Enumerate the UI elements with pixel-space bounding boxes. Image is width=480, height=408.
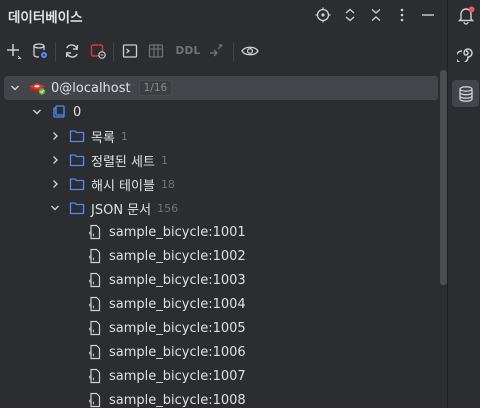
database-tool-icon[interactable] [452, 80, 479, 107]
database-tool-window: 데이터베이스 DDL 0@localhost 1/16 0 목록 1 정렬된 세… [0, 0, 447, 408]
console-icon [122, 44, 138, 58]
chevron-down-icon[interactable] [8, 81, 22, 95]
database-tree: 0@localhost 1/16 0 목록 1 정렬된 세트 1 해시 테이블 … [0, 74, 447, 408]
key-name: sample_bicycle:1004 [109, 296, 246, 312]
group-label: 해시 테이블 [91, 178, 155, 194]
key-name: sample_bicycle:1006 [109, 344, 246, 360]
refresh-icon [65, 44, 79, 58]
json-document-icon [86, 392, 104, 408]
key-name: sample_bicycle:1008 [109, 392, 246, 408]
locate-icon[interactable] [314, 6, 332, 24]
table-icon [148, 44, 164, 58]
database-toolbar: DDL [0, 38, 447, 66]
more-options-icon[interactable] [393, 6, 411, 24]
collapse-all-icon[interactable] [367, 6, 385, 24]
jump-to-icon [210, 44, 223, 57]
tree-node-key[interactable]: sample_bicycle:1002 [4, 244, 438, 268]
json-document-icon [86, 320, 104, 336]
tree-node-key[interactable]: sample_bicycle:1007 [4, 364, 438, 388]
redis-icon [28, 80, 46, 96]
tree-node-group[interactable]: 해시 테이블 18 [4, 172, 438, 196]
group-label: JSON 문서 [91, 202, 152, 218]
ddl-button[interactable]: DDL [174, 40, 202, 62]
folder-icon [68, 128, 86, 144]
tool-window-header: 데이터베이스 [0, 0, 447, 30]
json-document-icon [86, 272, 104, 288]
view-options-button[interactable] [239, 40, 261, 62]
add-icon [7, 44, 22, 59]
folder-icon [68, 200, 86, 216]
table-view-button[interactable] [145, 40, 167, 62]
eye-icon [241, 46, 259, 56]
json-document-icon [86, 248, 104, 264]
group-count: 156 [157, 201, 179, 215]
key-name: sample_bicycle:1001 [109, 224, 246, 240]
ddl-label: DDL [175, 45, 201, 57]
tree-node-key[interactable]: sample_bicycle:1005 [4, 316, 438, 340]
database-name: 0 [73, 104, 82, 120]
group-label: 목록 [91, 130, 115, 146]
add-connection-button[interactable] [3, 40, 25, 62]
json-document-icon [86, 296, 104, 312]
key-name: sample_bicycle:1007 [109, 368, 246, 384]
right-tool-strip [447, 0, 480, 408]
json-document-icon [86, 368, 104, 384]
database-count-badge: 1/16 [138, 80, 173, 96]
database-settings-icon [33, 43, 47, 58]
tree-scrollbar[interactable] [440, 70, 447, 285]
spiral-tool-icon[interactable] [455, 42, 477, 64]
chevron-right-icon[interactable] [48, 153, 62, 167]
disconnect-button[interactable] [87, 40, 109, 62]
data-source-properties-button[interactable] [29, 40, 51, 62]
tree-node-connection[interactable]: 0@localhost 1/16 [4, 76, 438, 100]
chevron-right-icon[interactable] [48, 129, 62, 143]
group-count: 1 [160, 153, 168, 167]
key-name: sample_bicycle:1005 [109, 320, 246, 336]
connection-name: 0@localhost [51, 80, 131, 96]
chevron-down-icon[interactable] [30, 105, 44, 119]
tree-node-key[interactable]: sample_bicycle:1008 [4, 388, 438, 408]
minimize-icon[interactable] [419, 6, 437, 24]
stop-connection-icon [90, 44, 106, 59]
tree-node-key[interactable]: sample_bicycle:1003 [4, 268, 438, 292]
key-name: sample_bicycle:1002 [109, 248, 246, 264]
tree-node-group[interactable]: 정렬된 세트 1 [4, 148, 438, 172]
chevron-right-icon[interactable] [48, 177, 62, 191]
tree-node-group[interactable]: JSON 문서 156 [4, 196, 438, 220]
database-icon [50, 104, 68, 120]
notifications-icon[interactable] [455, 4, 477, 26]
group-label: 정렬된 세트 [91, 154, 155, 170]
key-name: sample_bicycle:1003 [109, 272, 246, 288]
tree-node-key[interactable]: sample_bicycle:1004 [4, 292, 438, 316]
open-console-button[interactable] [119, 40, 141, 62]
folder-icon [68, 176, 86, 192]
json-document-icon [86, 224, 104, 240]
group-count: 1 [120, 129, 128, 143]
jump-to-query-console-button[interactable] [205, 40, 227, 62]
tool-window-title: 데이터베이스 [8, 10, 83, 26]
tree-node-database[interactable]: 0 [4, 100, 438, 124]
json-document-icon [86, 344, 104, 360]
expand-all-icon[interactable] [341, 6, 359, 24]
tree-node-group[interactable]: 목록 1 [4, 124, 438, 148]
chevron-down-icon[interactable] [48, 201, 62, 215]
tree-node-key[interactable]: sample_bicycle:1006 [4, 340, 438, 364]
folder-icon [68, 152, 86, 168]
group-count: 18 [160, 177, 175, 191]
refresh-button[interactable] [61, 40, 83, 62]
tree-node-key[interactable]: sample_bicycle:1001 [4, 220, 438, 244]
